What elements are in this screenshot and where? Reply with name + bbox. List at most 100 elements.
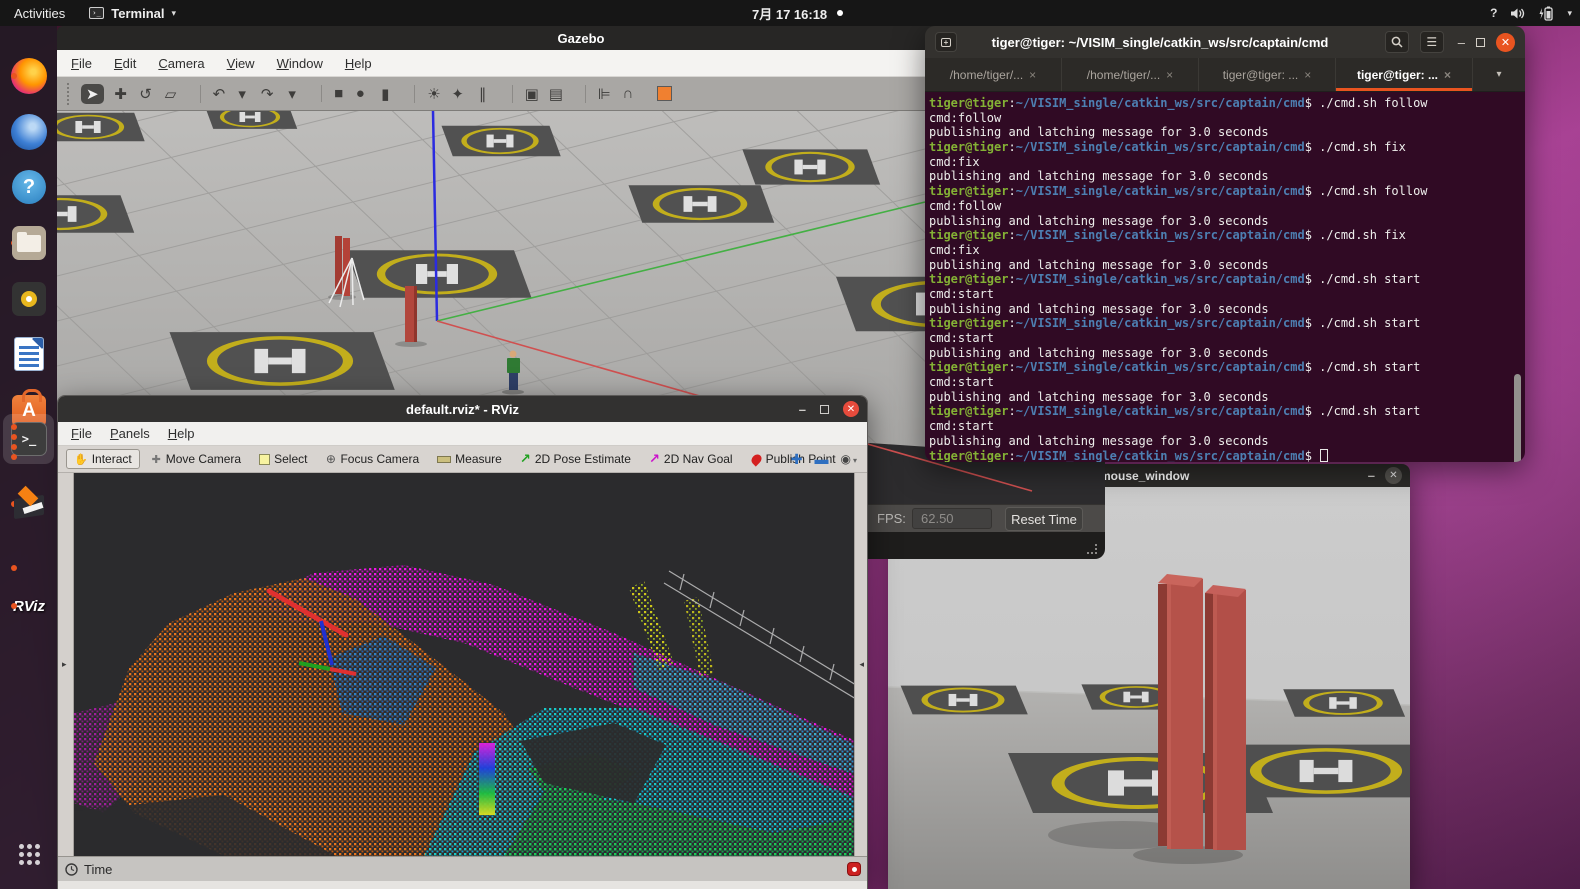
gazebo-tool-redo[interactable]: ↷	[259, 85, 275, 103]
rviz-tool[interactable]: Interact	[66, 449, 140, 469]
tool-label: Select	[274, 452, 307, 466]
dock-item-thunderbird[interactable]	[9, 112, 49, 152]
rviz-3d-viewport[interactable]: ▸	[58, 473, 867, 856]
gazebo-menu-item[interactable]: Window	[277, 56, 323, 71]
close-icon[interactable]: ✕	[1496, 33, 1515, 52]
tab-list-dropdown-icon[interactable]	[1473, 58, 1525, 91]
gazebo-menu-item[interactable]: Help	[345, 56, 372, 71]
displays-panel-collapsed[interactable]: ▸	[58, 473, 74, 856]
rviz-titlebar[interactable]: default.rviz* - RViz – ✕	[58, 396, 867, 422]
tab-close-icon[interactable]	[1304, 68, 1311, 82]
rviz-tool[interactable]: Move Camera	[144, 450, 248, 468]
gazebo-menu-item[interactable]: Edit	[114, 56, 136, 71]
dock-item-terminal[interactable]: >_	[9, 419, 49, 459]
pointcloud-render	[74, 473, 856, 856]
dock-item-unnamed-app[interactable]	[9, 548, 49, 588]
rviz-menu-item[interactable]: Panels	[110, 426, 150, 441]
gazebo-tool-rotate-tool[interactable]: ↺	[138, 85, 154, 103]
terminal-line: publishing and latching message for 3.0 …	[929, 434, 1525, 449]
gazebo-tool-undo-history[interactable]: ▾	[234, 85, 250, 103]
close-icon[interactable]: ✕	[1385, 467, 1402, 484]
rviz-tool[interactable]: 2D Pose Estimate	[513, 449, 638, 469]
terminal-body[interactable]: tiger@tiger:~/VISIM_single/catkin_ws/src…	[925, 92, 1525, 462]
gazebo-tool-scale-tool[interactable]: ▱	[163, 85, 179, 103]
remove-tool-icon[interactable]: ▬	[815, 451, 829, 467]
top-bar: Activities ›_ Terminal ▾ 7月 17 16:18 ? ▾	[0, 0, 1580, 26]
search-icon[interactable]	[1385, 31, 1409, 53]
camera-view-icon[interactable]: ◉	[841, 452, 858, 466]
app-menu[interactable]: ›_ Terminal ▾	[79, 0, 186, 26]
maximize-icon[interactable]	[820, 405, 829, 414]
terminal-tab[interactable]: /home/tiger/...	[925, 58, 1062, 91]
terminal-titlebar[interactable]: + tiger@tiger: ~/VISIM_single/catkin_ws/…	[925, 26, 1525, 58]
dock: ? A >_ RViz	[0, 26, 57, 889]
rviz-menu-item[interactable]: Help	[168, 426, 195, 441]
add-tool-icon[interactable]: ✚	[791, 451, 803, 468]
terminal-window: + tiger@tiger: ~/VISIM_single/catkin_ws/…	[925, 26, 1525, 462]
rviz-title: default.rviz* - RViz	[406, 402, 519, 417]
terminal-line: tiger@tiger:~/VISIM_single/catkin_ws/src…	[929, 96, 1525, 111]
resize-grip-icon[interactable]	[1087, 544, 1097, 554]
minimize-icon[interactable]: –	[1458, 35, 1465, 50]
gazebo-tool-redo-history[interactable]: ▾	[284, 85, 300, 103]
gazebo-tool-point-light[interactable]: ☀	[414, 85, 440, 103]
dock-item-rviz[interactable]: RViz	[9, 586, 49, 626]
tool-label: Measure	[455, 452, 502, 466]
gazebo-tool-copy[interactable]: ▣	[512, 85, 539, 103]
terminal-tab[interactable]: /home/tiger/...	[1062, 58, 1199, 91]
gazebo-tool-directional-light[interactable]: ∥	[475, 85, 491, 103]
rviz-tool[interactable]: Measure	[430, 450, 509, 468]
views-panel-collapsed[interactable]: ◂	[854, 473, 867, 856]
gazebo-menu-item[interactable]: View	[227, 56, 255, 71]
tab-close-icon[interactable]	[1444, 68, 1451, 82]
gazebo-tool-snap[interactable]: ∩	[620, 85, 636, 102]
gazebo-tool-insert-sphere[interactable]: ●	[352, 85, 368, 102]
tab-close-icon[interactable]	[1166, 68, 1173, 82]
gazebo-insert-model-icon[interactable]	[657, 86, 672, 101]
expand-panel-icon[interactable]: ◂	[859, 659, 864, 670]
dock-item-files[interactable]	[9, 223, 49, 263]
time-panel-header[interactable]: Time	[58, 856, 867, 881]
dock-item-gazebo[interactable]	[9, 484, 49, 524]
terminal-line: publishing and latching message for 3.0 …	[929, 125, 1525, 140]
fps-label: FPS:	[877, 511, 906, 526]
libreoffice-writer-icon	[14, 337, 44, 371]
gazebo-tool-translate-tool[interactable]: ✚	[113, 85, 129, 103]
dock-item-rhythmbox[interactable]	[9, 279, 49, 319]
gazebo-tool-select-tool[interactable]: ➤	[81, 84, 104, 104]
gazebo-menu-item[interactable]: File	[71, 56, 92, 71]
tab-close-icon[interactable]	[1029, 68, 1036, 82]
terminal-tab[interactable]: tiger@tiger: ...	[1199, 58, 1336, 91]
minimize-icon[interactable]: –	[799, 402, 806, 417]
gazebo-menu-item[interactable]: Camera	[158, 56, 204, 71]
rviz-tool[interactable]: Focus Camera	[318, 450, 426, 468]
gazebo-tool-insert-box[interactable]: ■	[321, 85, 343, 102]
rviz-menu-item[interactable]: File	[71, 426, 92, 441]
minimize-icon[interactable]: –	[1368, 468, 1375, 483]
system-status-area[interactable]: ? ▾	[1490, 0, 1572, 26]
gazebo-tool-insert-cylinder[interactable]: ▮	[377, 85, 393, 103]
reset-time-button[interactable]: Reset Time	[1005, 507, 1083, 531]
terminal-tab[interactable]: tiger@tiger: ...	[1336, 58, 1473, 91]
dock-item-libreoffice-writer[interactable]	[9, 334, 49, 374]
gazebo-tool-spot-light[interactable]: ✦	[450, 85, 466, 103]
hamburger-menu-icon[interactable]: ☰	[1420, 31, 1444, 53]
dock-item-firefox[interactable]	[9, 56, 49, 96]
close-icon[interactable]: ✕	[843, 401, 859, 417]
activities-button[interactable]: Activities	[0, 0, 79, 26]
gazebo-tool-align[interactable]: ⊫	[585, 85, 611, 103]
terminal-scrollbar[interactable]	[1514, 374, 1521, 462]
time-panel-close-button[interactable]	[847, 862, 861, 876]
expand-panel-icon[interactable]: ▸	[62, 659, 67, 670]
gazebo-tool-paste[interactable]: ▤	[548, 85, 564, 103]
maximize-icon[interactable]	[1476, 38, 1485, 47]
dock-item-help[interactable]: ?	[9, 167, 49, 207]
new-tab-button[interactable]: +	[935, 32, 957, 52]
show-applications-icon[interactable]	[19, 844, 24, 849]
rviz-tool[interactable]: Select	[252, 450, 314, 468]
toolbar-grip[interactable]	[67, 83, 70, 105]
terminal-line: tiger@tiger:~/VISIM_single/catkin_ws/src…	[929, 449, 1525, 463]
gazebo-tool-undo[interactable]: ↶	[200, 85, 226, 103]
rviz-tool[interactable]: 2D Nav Goal	[642, 449, 740, 469]
clock-menu[interactable]: 7月 17 16:18	[752, 0, 843, 26]
